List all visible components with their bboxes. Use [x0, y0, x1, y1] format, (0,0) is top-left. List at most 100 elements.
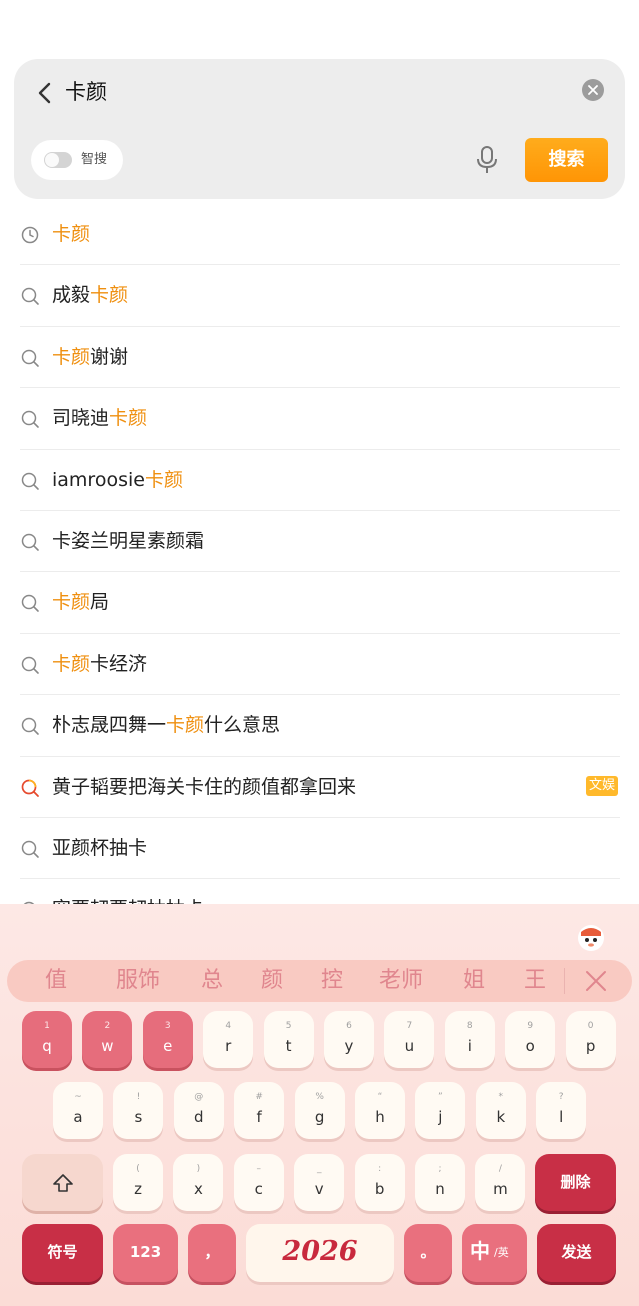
key-secondary-label: 5: [285, 1021, 292, 1031]
clear-icon[interactable]: [582, 79, 604, 101]
key-i[interactable]: 8i: [444, 1011, 495, 1068]
search-icon: [21, 533, 39, 551]
key-b[interactable]: :b: [354, 1154, 405, 1211]
suggestion-row[interactable]: 成毅卡颜: [0, 265, 639, 328]
suggestion-text: 成毅卡颜: [52, 281, 128, 309]
key-a[interactable]: ~ a: [53, 1082, 103, 1139]
key-e[interactable]: 3e: [142, 1011, 193, 1068]
key-secondary-label: ?: [558, 1092, 564, 1102]
key-secondary-label: 8: [466, 1021, 473, 1031]
key-s[interactable]: ! s: [113, 1082, 164, 1139]
key-label: s: [134, 1108, 143, 1126]
key-secondary-label: ): [196, 1164, 201, 1174]
key-m[interactable]: / m: [475, 1154, 526, 1211]
key-r[interactable]: 4r: [203, 1011, 254, 1068]
key-secondary-label: 6: [346, 1021, 352, 1031]
microphone-icon[interactable]: [476, 146, 498, 174]
key-secondary-label: (: [136, 1164, 140, 1174]
mascot-icon[interactable]: [576, 922, 606, 952]
shift-key[interactable]: [22, 1154, 103, 1211]
key-label: w: [101, 1037, 114, 1055]
suggestion-row[interactable]: 卡颜: [0, 204, 639, 266]
hot-search-icon: [21, 779, 39, 797]
key-secondary-label: ~: [74, 1092, 82, 1102]
back-arrow-icon[interactable]: [34, 79, 58, 107]
key-label: i: [467, 1037, 472, 1055]
delete-key[interactable]: 删除: [535, 1154, 616, 1211]
key-secondary-label: *: [498, 1092, 504, 1102]
suggestion-row[interactable]: 亚颜杯抽卡: [0, 818, 639, 880]
key-y[interactable]: 6y: [324, 1011, 374, 1068]
candidate-word[interactable]: 王: [524, 967, 546, 995]
key-t[interactable]: 5t: [263, 1011, 314, 1068]
smart-search-toggle[interactable]: 智搜: [31, 140, 123, 180]
key-x[interactable]: ) x: [173, 1154, 224, 1211]
key-label: h: [375, 1108, 385, 1126]
key-j[interactable]: ” j: [415, 1082, 466, 1139]
suggestion-row[interactable]: 卡颜卡经济: [0, 634, 639, 696]
key-u[interactable]: 7u: [384, 1011, 435, 1068]
suggestion-row[interactable]: 卡姿兰明星素颜霜: [0, 511, 639, 573]
key-label: l: [559, 1108, 564, 1126]
key-p[interactable]: 0p: [565, 1011, 616, 1068]
candidate-word[interactable]: 姐: [463, 967, 485, 995]
key-c[interactable]: – c: [233, 1154, 284, 1211]
symbol-key[interactable]: 符号: [22, 1224, 103, 1282]
key-k[interactable]: * k: [475, 1082, 526, 1139]
toggle-switch[interactable]: [44, 152, 72, 168]
key-label: k: [496, 1108, 506, 1126]
toggle-knob: [45, 153, 59, 167]
key-d[interactable]: @ d: [173, 1082, 224, 1139]
key-g[interactable]: % g: [294, 1082, 345, 1139]
candidate-word[interactable]: 颜: [261, 967, 283, 995]
search-input[interactable]: 卡颜: [65, 78, 107, 106]
key-label: j: [438, 1108, 443, 1126]
suggestion-row[interactable]: 朴志晟四舞一卡颜什么意思: [0, 695, 639, 757]
key-h[interactable]: “h: [355, 1082, 405, 1139]
key-f[interactable]: # f: [234, 1082, 285, 1139]
key-label: x: [193, 1180, 203, 1198]
candidate-word[interactable]: 老师: [379, 967, 423, 995]
key-secondary-label: 7: [406, 1021, 413, 1031]
candidate-word[interactable]: 值: [45, 967, 67, 995]
space-key[interactable]: 2026: [246, 1224, 394, 1282]
key-label: y: [344, 1037, 354, 1055]
language-sub-label: /英: [494, 1246, 509, 1259]
suggestion-row[interactable]: 黄子韬要把海关卡住的颜值都拿回来 文娱: [0, 757, 639, 819]
send-label: 发送: [561, 1243, 592, 1261]
key-secondary-label: ”: [438, 1092, 443, 1102]
period-key[interactable]: 。: [404, 1224, 452, 1282]
key-o[interactable]: 9o: [505, 1011, 556, 1068]
number-key[interactable]: 123: [113, 1224, 178, 1282]
suggestion-row[interactable]: iamroosie卡颜: [0, 450, 639, 512]
language-switch-key[interactable]: 中 /英: [462, 1224, 527, 1282]
key-n[interactable]: ; n: [415, 1154, 465, 1211]
suggestion-text: 朴志晟四舞一卡颜什么意思: [52, 711, 280, 739]
delete-label: 删除: [560, 1173, 591, 1191]
suggestion-text: 突要韧要韧抽抽卡: [52, 895, 204, 904]
key-secondary-label: 9: [527, 1021, 534, 1031]
suggestion-row[interactable]: 卡颜局: [0, 572, 639, 635]
space-label: 2026: [282, 1236, 358, 1267]
search-button[interactable]: 搜索: [525, 138, 608, 182]
candidate-word[interactable]: 服饰: [116, 967, 160, 995]
key-label: n: [435, 1180, 445, 1198]
candidate-word[interactable]: 总: [201, 967, 223, 995]
suggestion-text-part: 局: [90, 591, 110, 614]
suggestion-row[interactable]: 突要韧要韧抽抽卡: [0, 879, 639, 904]
suggestion-row[interactable]: 司晓迪卡颜: [0, 388, 639, 450]
key-v[interactable]: _ v: [294, 1154, 345, 1211]
highlighted-keyword: 卡颜: [109, 407, 148, 430]
send-key[interactable]: 发送: [537, 1224, 616, 1282]
search-icon: [21, 472, 39, 490]
key-l[interactable]: ? l: [536, 1082, 587, 1139]
key-z[interactable]: (z: [113, 1154, 163, 1211]
suggestion-row[interactable]: 卡颜谢谢: [0, 327, 639, 389]
comma-key[interactable]: ，: [188, 1224, 236, 1282]
candidate-word[interactable]: 控: [321, 967, 343, 995]
candidate-bar: 值 服饰 总 颜 控 老师 姐 王: [7, 960, 632, 1002]
key-w[interactable]: 2w: [82, 1011, 133, 1068]
key-q[interactable]: 1q: [22, 1011, 72, 1068]
close-icon[interactable]: [585, 970, 607, 992]
key-label: v: [314, 1180, 324, 1198]
